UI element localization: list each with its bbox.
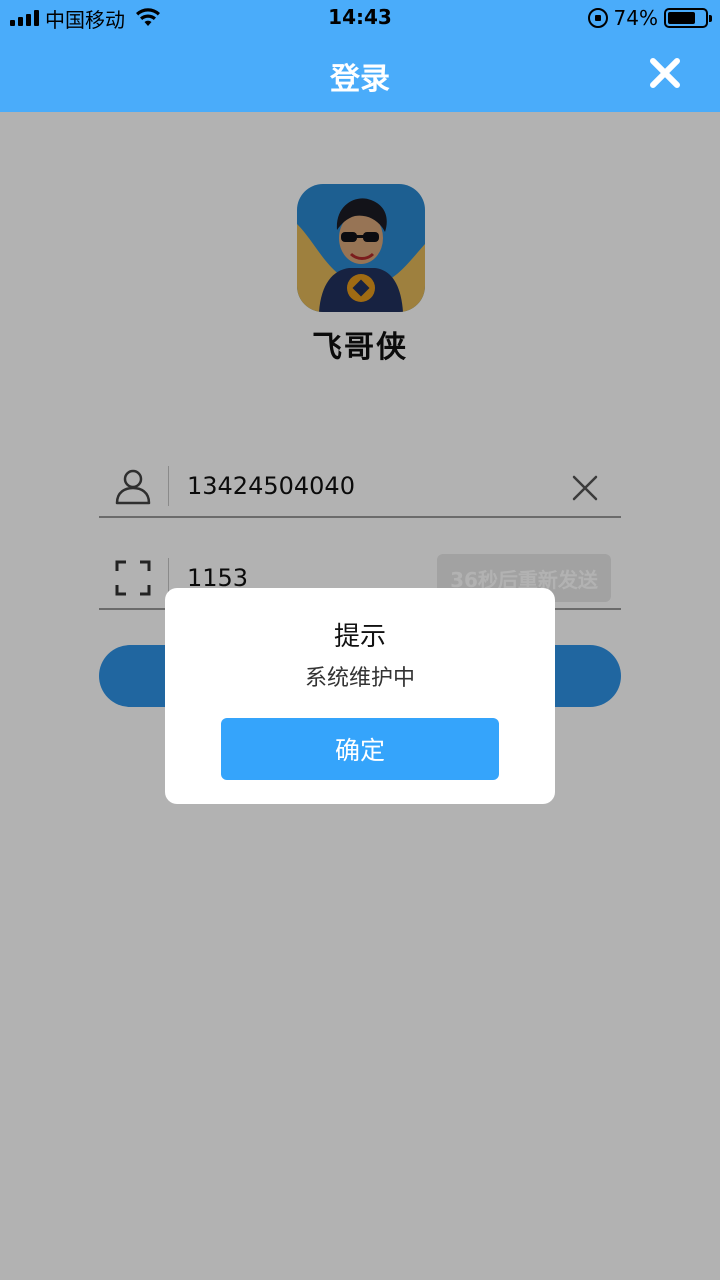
battery-percent: 74% [613,6,658,30]
status-right: 74% [587,5,712,31]
dialog-title: 提示 [333,622,386,652]
battery-level [668,12,695,24]
dialog-message: 系统维护中 [304,666,415,691]
nav-bar: 登录 [0,36,720,112]
battery-icon [664,8,712,28]
confirm-button[interactable]: 确定 [221,718,499,780]
rotation-lock-icon [587,8,608,28]
close-icon[interactable] [648,56,682,90]
page-title: 登录 [330,62,390,97]
status-bar: 中国移动 14:43 74% [0,0,720,36]
alert-dialog: 提示 系统维护中 确定 [165,588,555,804]
